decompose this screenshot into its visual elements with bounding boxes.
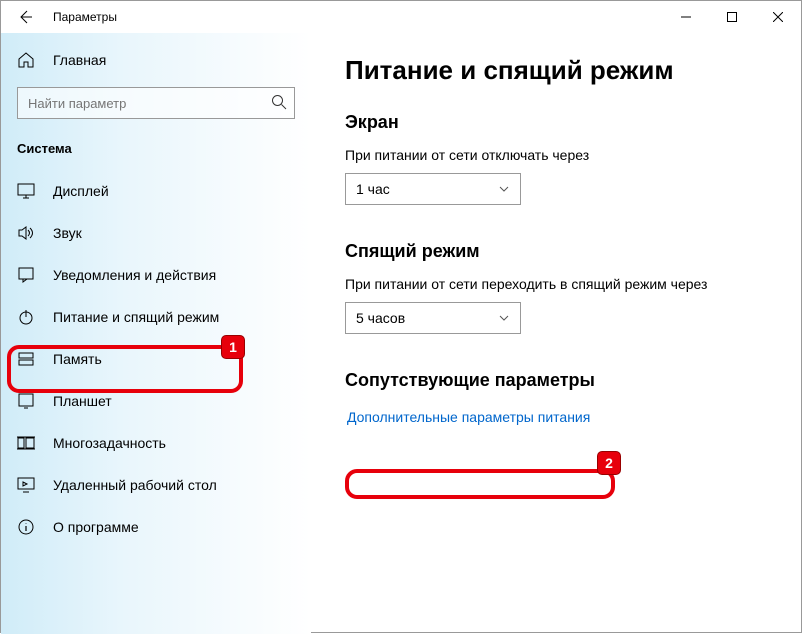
tablet-icon [17, 392, 35, 410]
sidebar-item-sound[interactable]: Звук [1, 212, 311, 254]
sound-icon [17, 224, 35, 242]
screen-timeout-select[interactable]: 1 час [345, 173, 521, 205]
search-input[interactable] [17, 87, 295, 119]
section-label: Система [1, 131, 311, 170]
display-icon [17, 182, 35, 200]
sleep-heading: Спящий режим [345, 241, 767, 262]
window-title: Параметры [53, 10, 117, 24]
back-button[interactable] [9, 1, 41, 33]
maximize-button[interactable] [709, 1, 755, 33]
nav-label: Планшет [53, 393, 112, 409]
sidebar-item-about[interactable]: О программе [1, 506, 311, 548]
chevron-down-icon [498, 312, 510, 324]
multitasking-icon [17, 434, 35, 452]
sleep-label: При питании от сети переходить в спящий … [345, 276, 767, 292]
nav-label: Многозадачность [53, 435, 166, 451]
storage-icon [17, 350, 35, 368]
sleep-timeout-select[interactable]: 5 часов [345, 302, 521, 334]
nav-label: Уведомления и действия [53, 267, 216, 283]
search-icon [271, 94, 287, 110]
additional-power-link[interactable]: Дополнительные параметры питания [345, 405, 592, 429]
callout-2-badge: 2 [597, 451, 621, 475]
close-icon [773, 12, 783, 22]
remote-icon [17, 476, 35, 494]
minimize-button[interactable] [663, 1, 709, 33]
sidebar-item-power[interactable]: Питание и спящий режим [1, 296, 311, 338]
screen-value: 1 час [356, 181, 390, 197]
home-icon [17, 51, 35, 69]
notifications-icon [17, 266, 35, 284]
chevron-down-icon [498, 183, 510, 195]
nav-label: Память [53, 351, 102, 367]
power-icon [17, 308, 35, 326]
sidebar-item-display[interactable]: Дисплей [1, 170, 311, 212]
close-button[interactable] [755, 1, 801, 33]
screen-heading: Экран [345, 112, 767, 133]
screen-label: При питании от сети отключать через [345, 147, 767, 163]
titlebar: Параметры [1, 1, 801, 33]
sleep-value: 5 часов [356, 310, 405, 326]
callout-1-badge: 1 [221, 335, 245, 359]
sidebar-item-multitasking[interactable]: Многозадачность [1, 422, 311, 464]
page-title: Питание и спящий режим [345, 55, 767, 86]
content: Питание и спящий режим Экран При питании… [311, 33, 801, 634]
arrow-left-icon [17, 9, 33, 25]
nav-label: Звук [53, 225, 82, 241]
sidebar-item-notifications[interactable]: Уведомления и действия [1, 254, 311, 296]
sidebar-home[interactable]: Главная [1, 41, 311, 79]
sidebar-item-tablet[interactable]: Планшет [1, 380, 311, 422]
nav-label: О программе [53, 519, 139, 535]
minimize-icon [681, 12, 691, 22]
sidebar-item-remote-desktop[interactable]: Удаленный рабочий стол [1, 464, 311, 506]
home-label: Главная [53, 52, 106, 68]
related-heading: Сопутствующие параметры [345, 370, 767, 391]
sidebar-item-storage[interactable]: Память [1, 338, 311, 380]
nav-label: Питание и спящий режим [53, 309, 219, 325]
sidebar: Главная Система Дисплей Звук Уведомления… [1, 33, 311, 634]
nav-label: Дисплей [53, 183, 109, 199]
maximize-icon [727, 12, 737, 22]
info-icon [17, 518, 35, 536]
nav-label: Удаленный рабочий стол [53, 477, 217, 493]
